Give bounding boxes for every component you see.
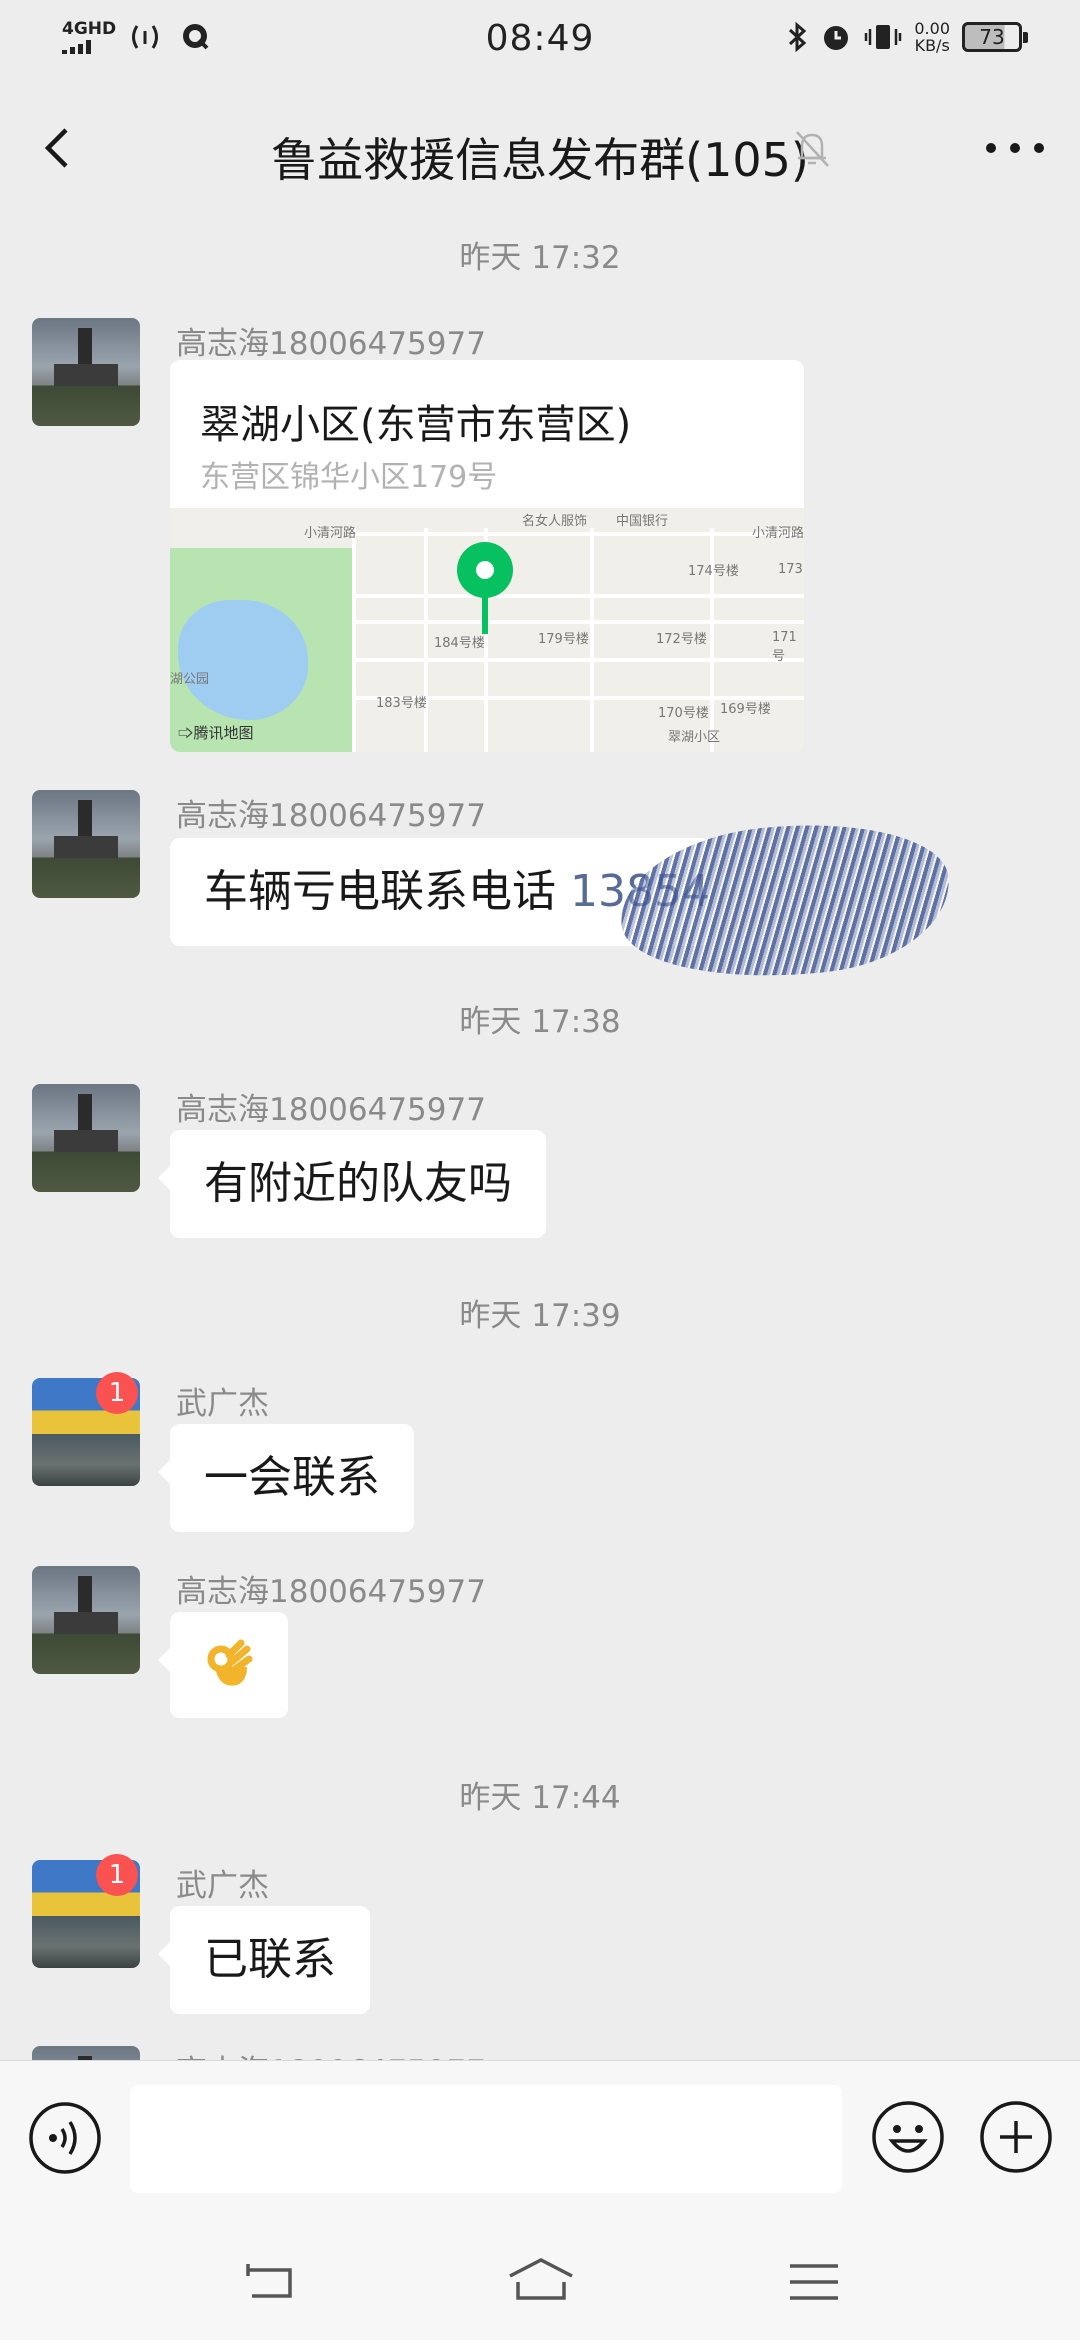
avatar[interactable] (32, 2046, 140, 2060)
message-input[interactable] (130, 2085, 842, 2193)
map-label: 中国银行 (616, 514, 669, 529)
sender-name: 高志海18006475977 (176, 1092, 486, 1128)
speed-unit: KB/s (914, 36, 950, 55)
status-bar: 4GHD 08:49 0.00 KB/s 73 (0, 0, 1080, 82)
sender-name: 高志海18006475977 (176, 798, 486, 834)
unread-badge: 1 (96, 1372, 138, 1414)
map-label: 湖公园 (170, 672, 210, 687)
alarm-icon (824, 26, 849, 50)
map-brand-logo-icon: 🢥 (178, 724, 194, 742)
system-nav-bar (0, 2224, 1080, 2340)
timestamp-label: 昨天 17:32 (459, 240, 621, 276)
map-label: 小清河路 (304, 526, 357, 541)
sender-name: 高志海18006475977 (176, 1574, 486, 1610)
map-label: 184号楼 (434, 636, 485, 651)
emoji-button[interactable] (870, 2099, 946, 2175)
map-label: 翠湖小区 (668, 730, 721, 745)
ok-hand-emoji-icon (207, 1639, 253, 1686)
speed-value: 0.00 (914, 19, 950, 38)
network-speed: 0.00 KB/s (914, 20, 950, 54)
map-pin-stem (482, 596, 488, 634)
unread-badge: 1 (96, 1854, 138, 1896)
message-bubble[interactable]: 一会联系 (158, 1424, 414, 1532)
nav-back-icon (246, 2264, 292, 2298)
map-label: 174号楼 (688, 564, 739, 579)
vibrate-icon (865, 25, 902, 49)
message-text-content: 有附近的队友吗 (204, 1158, 512, 1209)
title-bar: 鲁益救援信息发布群(105) (0, 82, 1080, 214)
avatar[interactable] (32, 1566, 140, 1674)
timestamp-label: 昨天 17:39 (459, 1298, 621, 1334)
avatar[interactable] (32, 318, 140, 426)
sender-name: 高志海18006475977 (176, 2046, 486, 2060)
map-preview: 小清河路 名女人服饰 中国银行 小清河路 174号楼 173 184号楼 179… (170, 508, 804, 752)
map-label: 169号楼 (720, 702, 771, 717)
sender-name: 武广杰 (176, 1386, 269, 1422)
redaction-scribble (613, 809, 957, 993)
message-bubble[interactable] (158, 1612, 288, 1718)
nav-home-button[interactable] (506, 2252, 576, 2312)
voice-button[interactable] (28, 2101, 102, 2175)
map-label: 小清河路 (752, 526, 804, 541)
voice-icon (29, 2102, 101, 2174)
sender-name: 武广杰 (176, 1868, 269, 1904)
map-pin-icon (457, 542, 513, 598)
message-text-content: 车辆亏电联系电话 (204, 866, 570, 917)
more-dots-icon (986, 143, 1044, 153)
map-brand: 🢥腾讯地图 (178, 722, 253, 748)
avatar[interactable] (32, 1084, 140, 1192)
location-title: 翠湖小区(东营市东营区) (200, 402, 632, 448)
location-address: 东营区锦华小区179号 (200, 460, 498, 495)
avatar[interactable] (32, 790, 140, 898)
more-button[interactable] (980, 118, 1050, 178)
location-card[interactable]: 翠湖小区(东营市东营区) 东营区锦华小区179号 小清河路 名女人服饰 中国银行… (170, 360, 804, 752)
message-text-content: 已联系 (204, 1934, 336, 1985)
message-bubble[interactable]: 有附近的队友吗 (158, 1130, 546, 1238)
bluetooth-icon (789, 21, 807, 53)
chat-title: 鲁益救援信息发布群(105) (271, 133, 809, 187)
map-label: 179号楼 (538, 632, 589, 647)
chat-message-list[interactable]: 昨天 17:32 高志海18006475977 翠湖小区(东营市东营区) 东营区… (0, 214, 1080, 2060)
nav-home-icon (509, 2258, 573, 2300)
nav-menu-icon (790, 2264, 838, 2300)
status-right: 0.00 KB/s 73 (786, 20, 1028, 54)
map-label: 172号楼 (656, 632, 707, 647)
timestamp-label: 昨天 17:38 (459, 1004, 621, 1040)
map-label: 183号楼 (376, 696, 427, 711)
map-label: 170号楼 (658, 706, 709, 721)
nav-menu-button[interactable] (784, 2252, 844, 2312)
emoji-icon (872, 2101, 944, 2173)
nav-back-button[interactable] (240, 2252, 300, 2312)
map-brand-label: 腾讯地图 (193, 724, 254, 742)
map-label: 名女人服饰 (522, 514, 588, 529)
battery-icon: 73 (962, 22, 1028, 52)
input-bar (0, 2060, 1080, 2224)
message-text-content: 一会联系 (204, 1452, 380, 1503)
timestamp-label: 昨天 17:44 (459, 1780, 621, 1816)
sender-name: 高志海18006475977 (176, 326, 486, 362)
plus-icon (980, 2101, 1052, 2173)
map-label: 171号 (772, 630, 797, 664)
more-functions-button[interactable] (978, 2099, 1054, 2175)
muted-bell-icon (792, 126, 832, 170)
message-bubble[interactable]: 已联系 (158, 1906, 370, 2014)
map-label: 173 (778, 562, 803, 577)
